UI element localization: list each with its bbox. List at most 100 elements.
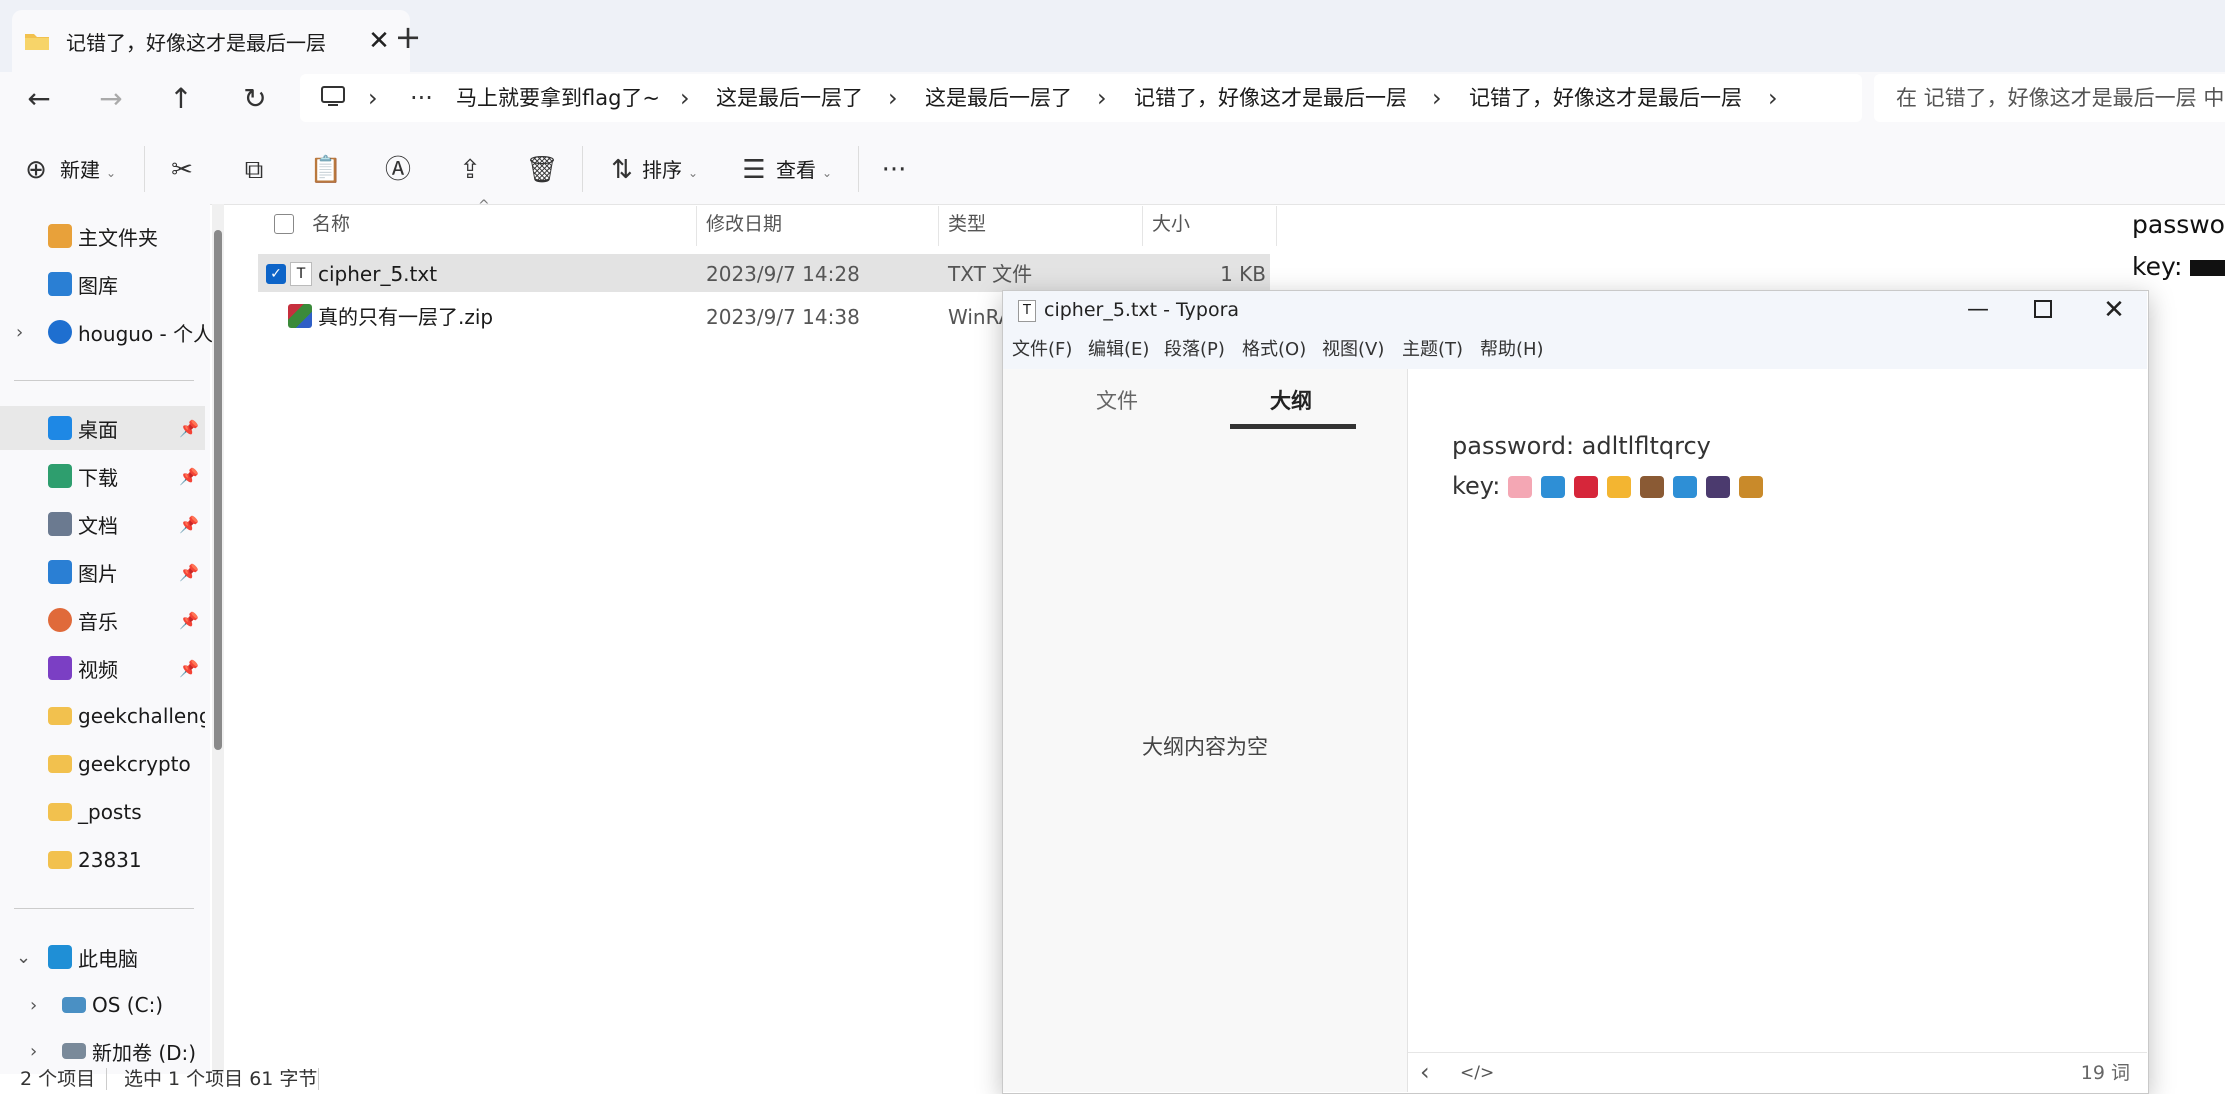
more-options-icon[interactable]: ··· [874,150,914,190]
column-divider[interactable] [696,206,697,246]
high-heel-emoji [1574,476,1598,498]
source-code-mode-icon[interactable]: </> [1460,1060,1494,1086]
view-button[interactable]: 查看 ⌄ [776,154,832,189]
folder-icon [48,755,72,773]
sidebar-item-folder[interactable]: _posts [0,790,205,834]
delete-icon[interactable]: 🗑 [522,150,562,190]
handbag-emoji [1739,476,1763,498]
menu-paragraph[interactable]: 段落(P) [1164,336,1225,364]
sidebar-item-pictures[interactable]: 图片 📌 [0,550,205,594]
menu-help[interactable]: 帮助(H) [1480,336,1544,364]
forward-icon[interactable]: → [86,74,136,124]
word-count[interactable]: 19 词 [2040,1058,2130,1088]
breadcrumb-item[interactable]: 马上就要拿到flag了~ [456,80,660,116]
column-divider[interactable] [1142,206,1143,246]
sidebar-scroll-thumb[interactable] [214,230,222,750]
new-tab-button[interactable]: + [390,20,426,56]
file-name[interactable]: cipher_5.txt [318,256,437,292]
menu-view[interactable]: 视图(V) [1322,336,1384,364]
column-divider[interactable] [938,206,939,246]
maximize-icon[interactable] [2034,300,2052,318]
sidebar-item-desktop[interactable]: 桌面 📌 [0,406,205,450]
menu-theme[interactable]: 主题(T) [1402,336,1463,364]
new-icon[interactable]: ⊕ [16,150,56,190]
chevron-right-icon[interactable]: › [680,80,690,116]
typora-status-bar [1408,1052,2147,1093]
paste-icon[interactable]: 📋 [306,150,346,190]
divider [14,908,194,909]
chevron-right-icon[interactable]: › [1768,80,1778,116]
refresh-icon[interactable]: ↻ [230,74,280,124]
chevron-right-icon[interactable]: › [888,80,898,116]
file-name[interactable]: 真的只有一层了.zip [318,299,493,335]
view-icon[interactable]: ☰ [734,150,774,190]
sidebar-item-label: 23831 [78,848,142,872]
column-header-size[interactable]: 大小 [1152,208,1190,240]
breadcrumb-item[interactable]: 记错了，好像这才是最后一层 [1134,80,1407,116]
close-window-icon[interactable]: ✕ [2094,294,2134,326]
sidebar-item-downloads[interactable]: 下载 📌 [0,454,205,498]
status-selection: 选中 1 个项目 61 字节 [124,1068,318,1090]
rename-icon[interactable]: Ⓐ [378,150,418,190]
column-header-modified[interactable]: 修改日期 [706,208,782,240]
tab-outline[interactable]: 大纲 [1270,384,1312,418]
expand-chevron-icon[interactable]: › [30,995,37,1016]
breadcrumb-item[interactable]: 这是最后一层了 [925,80,1072,116]
minimize-icon[interactable]: — [1958,296,1998,324]
home-icon [48,224,72,248]
shoe-emoji [1640,476,1664,498]
text-file-icon: T [290,262,312,286]
sort-icon[interactable]: ⇅ [602,150,642,190]
column-header-type[interactable]: 类型 [948,208,986,240]
sidebar-item-folder[interactable]: geekchallenge [0,694,205,738]
typora-title: cipher_5.txt - Typora [1044,299,1240,321]
search-input[interactable]: 在 记错了，好像这才是最后一层 中 [1896,80,2224,116]
sidebar-item-label: _posts [78,800,142,824]
cut-icon[interactable]: ✂ [162,150,202,190]
row-checkbox[interactable]: ✓ [266,264,286,284]
expand-chevron-icon[interactable]: › [16,322,23,343]
sort-ascending-icon: ^ [478,198,490,214]
expand-chevron-icon[interactable]: › [30,1041,37,1062]
up-icon[interactable]: ↑ [156,74,206,124]
chevron-right-icon[interactable]: › [1097,80,1107,116]
sidebar-item-drive-d[interactable]: › 新加卷 (D:) [0,1031,267,1071]
collapse-chevron-icon[interactable]: ⌄ [16,947,31,968]
background-window-text: key: [2132,252,2225,281]
pin-icon: 📌 [179,562,199,582]
explorer-tab[interactable]: 记错了，好像这才是最后一层 ✕ [12,10,410,72]
sidebar-item-label: 主文件夹 [78,225,158,250]
sidebar-item-videos[interactable]: 视频 📌 [0,646,205,690]
password-line[interactable]: password: adltlfltqrcy [1452,426,1711,466]
sidebar-item-folder[interactable]: geekcrypto [0,742,205,786]
bust-emoji [1706,476,1730,498]
drive-icon [62,997,86,1013]
sidebar-item-label: 视频 [78,657,118,682]
menu-edit[interactable]: 编辑(E) [1088,336,1149,364]
tab-files[interactable]: 文件 [1096,384,1138,418]
toggle-sidebar-icon[interactable]: ‹ [1420,1058,1430,1086]
sidebar-item-label: 图片 [78,561,118,586]
breadcrumb-item[interactable]: 记错了，好像这才是最后一层 [1469,80,1742,116]
menu-format[interactable]: 格式(O) [1242,336,1306,364]
share-icon[interactable]: ⇪ [450,150,490,190]
column-header-name[interactable]: 名称 [312,208,350,240]
sidebar-item-folder[interactable]: 23831 [0,838,205,882]
select-all-checkbox[interactable] [274,214,294,234]
menu-file[interactable]: 文件(F) [1012,336,1072,364]
this-pc-icon [321,86,345,106]
emoji-glyphs [2190,260,2225,276]
key-line[interactable]: key: [1452,466,1772,506]
chevron-right-icon[interactable]: › [1432,80,1442,116]
column-divider[interactable] [1276,206,1277,246]
more-crumbs-icon[interactable]: ··· [410,80,433,116]
sidebar-item-music[interactable]: 音乐 📌 [0,598,205,642]
sort-button[interactable]: 排序 ⌄ [642,154,698,189]
chevron-right-icon[interactable]: › [368,80,378,116]
new-button[interactable]: 新建 ⌄ [60,154,116,189]
breadcrumb-item[interactable]: 这是最后一层了 [716,80,863,116]
copy-icon[interactable]: ⧉ [234,150,274,190]
back-icon[interactable]: ← [14,74,64,124]
sidebar-item-drive-c[interactable]: › OS (C:) [0,983,267,1027]
sidebar-item-documents[interactable]: 文档 📌 [0,502,205,546]
